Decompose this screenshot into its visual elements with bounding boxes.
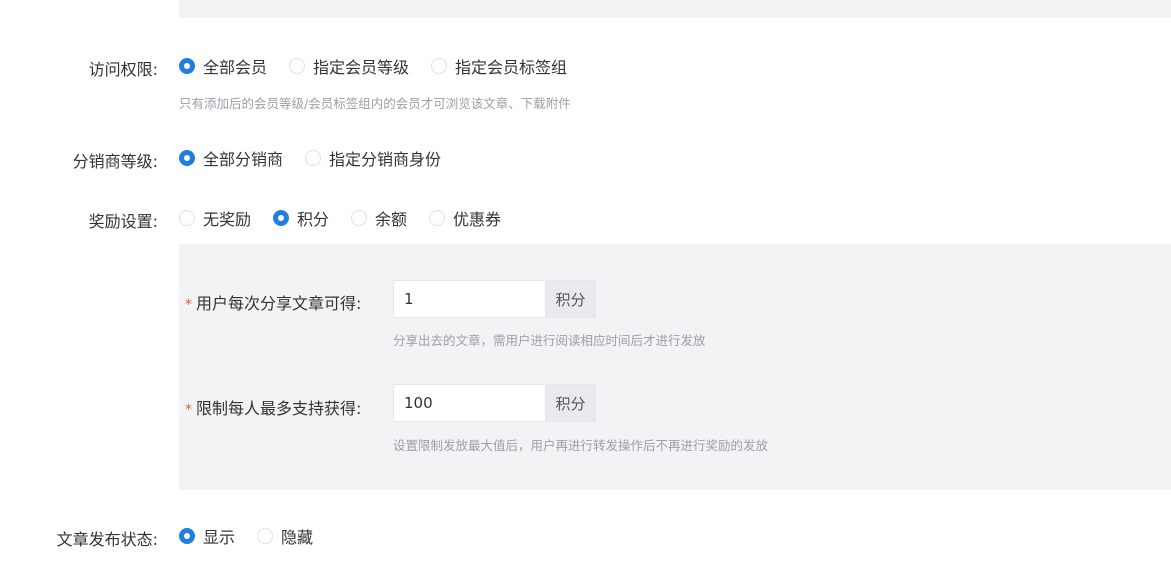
radio-coupon[interactable]: 优惠券 bbox=[429, 206, 501, 230]
access-permission-radio-group: 全部会员 指定会员等级 指定会员标签组 bbox=[179, 54, 589, 78]
radio-balance[interactable]: 余额 bbox=[351, 206, 407, 230]
radio-dot-icon bbox=[179, 210, 195, 226]
radio-dot-icon bbox=[257, 528, 274, 544]
radio-all-distributors[interactable]: 全部分销商 bbox=[179, 146, 283, 170]
radio-dot-icon bbox=[351, 210, 368, 226]
access-permission-hint: 只有添加后的会员等级/会员标签组内的会员才可浏览该文章、下载附件 bbox=[179, 96, 571, 111]
radio-dot-icon bbox=[429, 210, 446, 226]
share-points-input-group: 积分 bbox=[393, 280, 596, 318]
distributor-level-radio-group: 全部分销商 指定分销商身份 bbox=[179, 146, 463, 170]
required-asterisk: * bbox=[185, 297, 192, 313]
limit-points-input[interactable] bbox=[393, 384, 545, 422]
publish-status-label: 文章发布状态: bbox=[56, 530, 158, 549]
radio-dot-icon bbox=[289, 58, 306, 74]
radio-dot-checked-icon bbox=[179, 58, 195, 74]
radio-specified-member-tag-group[interactable]: 指定会员标签组 bbox=[431, 54, 567, 78]
limit-points-unit: 积分 bbox=[545, 384, 596, 422]
radio-hide[interactable]: 隐藏 bbox=[257, 524, 313, 548]
radio-dot-checked-icon bbox=[179, 150, 195, 166]
radio-dot-checked-icon bbox=[179, 528, 195, 544]
limit-points-label: * 限制每人最多支持获得: bbox=[185, 399, 362, 418]
radio-specified-distributor-identity[interactable]: 指定分销商身份 bbox=[305, 146, 441, 170]
access-permission-label: 访问权限: bbox=[88, 60, 158, 79]
radio-dot-checked-icon bbox=[273, 210, 290, 226]
previous-section-panel bbox=[179, 0, 1171, 18]
reward-settings-label: 奖励设置: bbox=[88, 212, 158, 231]
radio-dot-icon bbox=[305, 150, 322, 166]
radio-all-members[interactable]: 全部会员 bbox=[179, 54, 267, 78]
radio-specified-member-level[interactable]: 指定会员等级 bbox=[289, 54, 409, 78]
share-points-hint: 分享出去的文章，需用户进行阅读相应时间后才进行发放 bbox=[393, 333, 706, 348]
share-points-unit: 积分 bbox=[545, 280, 596, 318]
radio-show[interactable]: 显示 bbox=[179, 524, 235, 548]
required-asterisk: * bbox=[185, 402, 192, 418]
limit-points-hint: 设置限制发放最大值后，用户再进行转发操作后不再进行奖励的发放 bbox=[393, 438, 769, 453]
reward-settings-radio-group: 无奖励 积分 余额 优惠券 bbox=[179, 206, 523, 230]
share-points-input[interactable] bbox=[393, 280, 545, 318]
radio-no-reward[interactable]: 无奖励 bbox=[179, 206, 251, 230]
limit-points-input-group: 积分 bbox=[393, 384, 596, 422]
radio-points[interactable]: 积分 bbox=[273, 206, 329, 230]
distributor-level-label: 分销商等级: bbox=[72, 152, 158, 171]
share-points-label: * 用户每次分享文章可得: bbox=[185, 294, 362, 313]
publish-status-radio-group: 显示 隐藏 bbox=[179, 524, 335, 548]
radio-dot-icon bbox=[431, 58, 448, 74]
